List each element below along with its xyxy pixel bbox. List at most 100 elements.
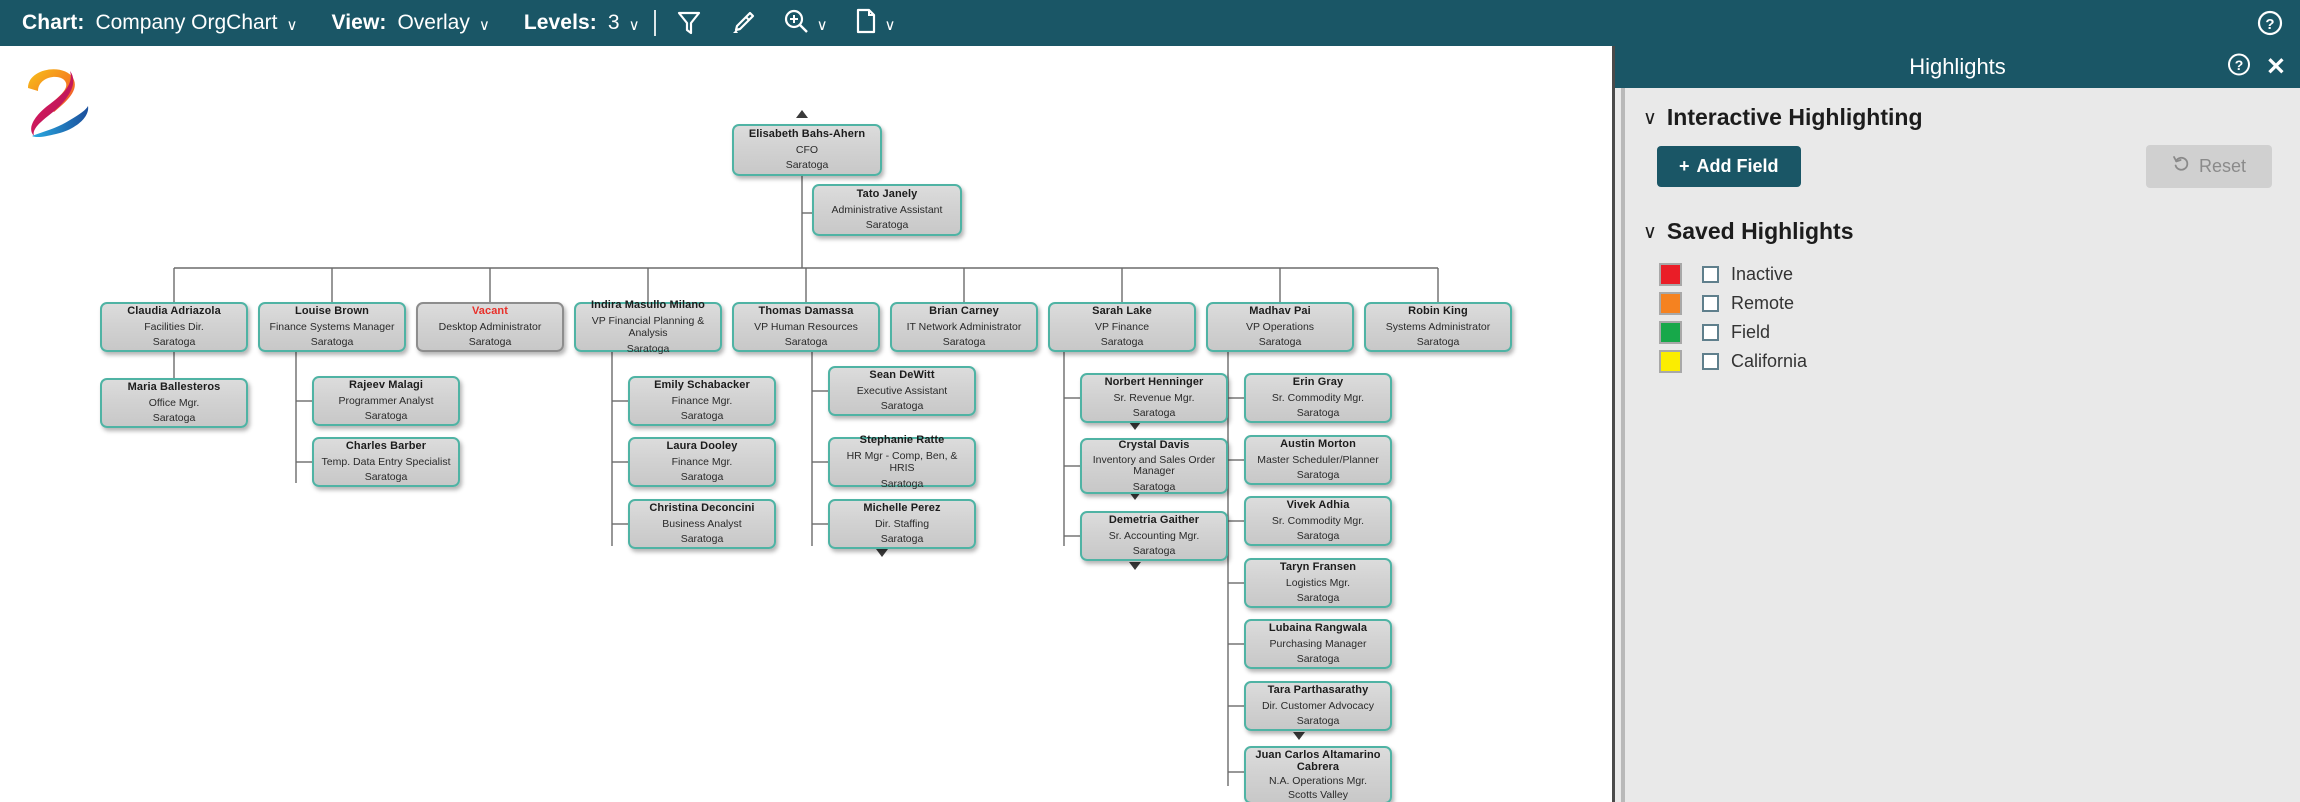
node-location: Saratoga: [1296, 715, 1340, 728]
org-chart-canvas[interactable]: Elisabeth Bahs-Ahern CFO Saratoga Tato J…: [0, 46, 1612, 802]
highlighter-icon[interactable]: [728, 9, 756, 37]
node-name: Elisabeth Bahs-Ahern: [748, 128, 866, 141]
org-node-child[interactable]: Taryn Fransen Logistics Mgr. Saratoga: [1244, 558, 1392, 608]
list-item[interactable]: California: [1659, 348, 2300, 374]
node-name: Louise Brown: [295, 305, 369, 318]
node-location: Saratoga: [1258, 336, 1302, 349]
expand-arrow-down-icon[interactable]: [1129, 562, 1141, 570]
org-node-child[interactable]: Emily Schabacker Finance Mgr. Saratoga: [628, 376, 776, 426]
org-node-head[interactable]: Sarah Lake VP Finance Saratoga: [1048, 302, 1196, 352]
org-node-head[interactable]: Thomas Damassa VP Human Resources Sarato…: [732, 302, 880, 352]
org-node-child[interactable]: Juan Carlos Altamarino Cabrera N.A. Oper…: [1244, 746, 1392, 802]
node-location: Saratoga: [1296, 407, 1340, 420]
highlight-label: California: [1731, 350, 1808, 371]
interactive-highlighting-section-header[interactable]: ∨ Interactive Highlighting: [1625, 104, 2300, 131]
chevron-down-icon: ∨: [478, 16, 490, 34]
node-title: Sr. Accounting Mgr.: [1108, 530, 1200, 543]
node-location: Saratoga: [626, 342, 670, 355]
org-node-child[interactable]: Stephanie Ratte HR Mgr - Comp, Ben, & HR…: [828, 434, 976, 490]
node-location: Saratoga: [865, 219, 909, 232]
org-node-child[interactable]: Lubaina Rangwala Purchasing Manager Sara…: [1244, 619, 1392, 669]
chart-value: Company OrgChart: [95, 11, 278, 34]
zoom-control[interactable]: ∨: [782, 7, 828, 40]
org-node-child[interactable]: Demetria Gaither Sr. Accounting Mgr. Sar…: [1080, 511, 1228, 561]
org-node-child[interactable]: Austin Morton Master Scheduler/Planner S…: [1244, 435, 1392, 485]
chart-selector[interactable]: Chart: Company OrgChart ∨: [22, 11, 298, 35]
list-item[interactable]: Remote: [1659, 290, 2300, 316]
filter-icon[interactable]: [676, 9, 702, 37]
org-node-head[interactable]: Robin King Systems Administrator Saratog…: [1364, 302, 1512, 352]
node-location: Saratoga: [784, 336, 828, 349]
expand-arrow-down-icon[interactable]: [876, 549, 888, 557]
help-icon[interactable]: ?: [2226, 52, 2252, 83]
color-swatch[interactable]: [1659, 349, 1682, 373]
org-node-child[interactable]: Michelle Perez Dir. Staffing Saratoga: [828, 499, 976, 549]
highlight-checkbox[interactable]: [1702, 323, 1719, 341]
node-title: Sr. Commodity Mgr.: [1271, 392, 1365, 405]
page-control[interactable]: ∨: [854, 7, 896, 40]
node-title: Business Analyst: [662, 518, 742, 531]
node-title: Sr. Revenue Mgr.: [1113, 392, 1195, 405]
color-swatch[interactable]: [1659, 262, 1682, 286]
node-title: Purchasing Manager: [1269, 638, 1367, 651]
close-icon[interactable]: ✕: [2266, 55, 2286, 79]
node-location: Saratoga: [364, 410, 408, 423]
org-node-child[interactable]: Christina Deconcini Business Analyst Sar…: [628, 499, 776, 549]
node-name: Tara Parthasarathy: [1267, 684, 1369, 697]
node-name: Crystal Davis: [1118, 438, 1190, 451]
levels-selector[interactable]: Levels: 3 ∨: [524, 11, 640, 35]
color-swatch[interactable]: [1659, 320, 1682, 344]
expand-arrow-down-icon[interactable]: [1293, 732, 1305, 740]
node-name: Austin Morton: [1280, 438, 1356, 451]
node-name: Maria Ballesteros: [127, 381, 221, 394]
reset-button[interactable]: Reset: [2145, 145, 2272, 188]
org-node-child[interactable]: Erin Gray Sr. Commodity Mgr. Saratoga: [1244, 373, 1392, 423]
org-node-child[interactable]: Maria Ballesteros Office Mgr. Saratoga: [100, 378, 248, 428]
highlight-checkbox[interactable]: [1702, 294, 1719, 312]
color-swatch[interactable]: [1659, 291, 1682, 315]
chevron-down-icon: ∨: [884, 16, 896, 34]
org-node-assistant[interactable]: Tato Janely Administrative Assistant Sar…: [812, 184, 962, 236]
org-node-child[interactable]: Rajeev Malagi Programmer Analyst Saratog…: [312, 376, 460, 426]
list-item[interactable]: Inactive: [1659, 261, 2300, 287]
node-name: Rajeev Malagi: [348, 379, 424, 392]
highlight-label: Field: [1731, 321, 1771, 342]
help-icon[interactable]: ?: [2256, 9, 2284, 37]
org-node-child[interactable]: Charles Barber Temp. Data Entry Speciali…: [312, 437, 460, 487]
org-node-child[interactable]: Tara Parthasarathy Dir. Customer Advocac…: [1244, 681, 1392, 731]
node-location: Saratoga: [1416, 336, 1460, 349]
node-title: Systems Administrator: [1385, 321, 1491, 334]
highlight-checkbox[interactable]: [1702, 265, 1719, 283]
org-node-head[interactable]: Louise Brown Finance Systems Manager Sar…: [258, 302, 406, 352]
list-item[interactable]: Field: [1659, 319, 2300, 345]
highlight-checkbox[interactable]: [1702, 352, 1719, 370]
svg-text:?: ?: [2265, 16, 2274, 33]
org-node-child[interactable]: Norbert Henninger Sr. Revenue Mgr. Sarat…: [1080, 373, 1228, 423]
org-node-head[interactable]: Claudia Adriazola Facilities Dir. Sarato…: [100, 302, 248, 352]
org-node-child[interactable]: Vivek Adhia Sr. Commodity Mgr. Saratoga: [1244, 496, 1392, 546]
expand-arrow-down-icon[interactable]: [1129, 422, 1141, 430]
org-node-head[interactable]: Brian Carney IT Network Administrator Sa…: [890, 302, 1038, 352]
add-field-button[interactable]: + Add Field: [1657, 146, 1801, 187]
org-node-root[interactable]: Elisabeth Bahs-Ahern CFO Saratoga: [732, 124, 882, 176]
node-title: N.A. Operations Mgr.: [1268, 775, 1368, 788]
collapse-arrow-up-icon[interactable]: [796, 110, 808, 118]
node-name: Taryn Fransen: [1279, 561, 1357, 574]
node-name: Brian Carney: [929, 305, 999, 318]
node-title: Executive Assistant: [856, 385, 948, 398]
org-node-child[interactable]: Sean DeWitt Executive Assistant Saratoga: [828, 366, 976, 416]
saved-highlights-section-header[interactable]: ∨ Saved Highlights: [1625, 218, 2300, 245]
org-node-child[interactable]: Crystal Davis Inventory and Sales Order …: [1080, 438, 1228, 494]
org-node-head[interactable]: Madhav Pai VP Operations Saratoga: [1206, 302, 1354, 352]
node-title: Facilities Dir.: [144, 321, 204, 334]
node-title: Finance Systems Manager: [269, 321, 395, 334]
org-node-head[interactable]: Indira Masullo Milano VP Financial Plann…: [574, 299, 722, 355]
org-node-child[interactable]: Laura Dooley Finance Mgr. Saratoga: [628, 437, 776, 487]
view-selector[interactable]: View: Overlay ∨: [332, 11, 490, 35]
node-name: Vacant: [471, 305, 509, 318]
node-location: Saratoga: [680, 410, 724, 423]
org-node-head-vacant[interactable]: Vacant Desktop Administrator Saratoga: [416, 302, 564, 352]
node-location: Saratoga: [880, 533, 924, 546]
node-location: Saratoga: [1132, 480, 1176, 493]
panel-title: Highlights: [1909, 54, 2006, 79]
